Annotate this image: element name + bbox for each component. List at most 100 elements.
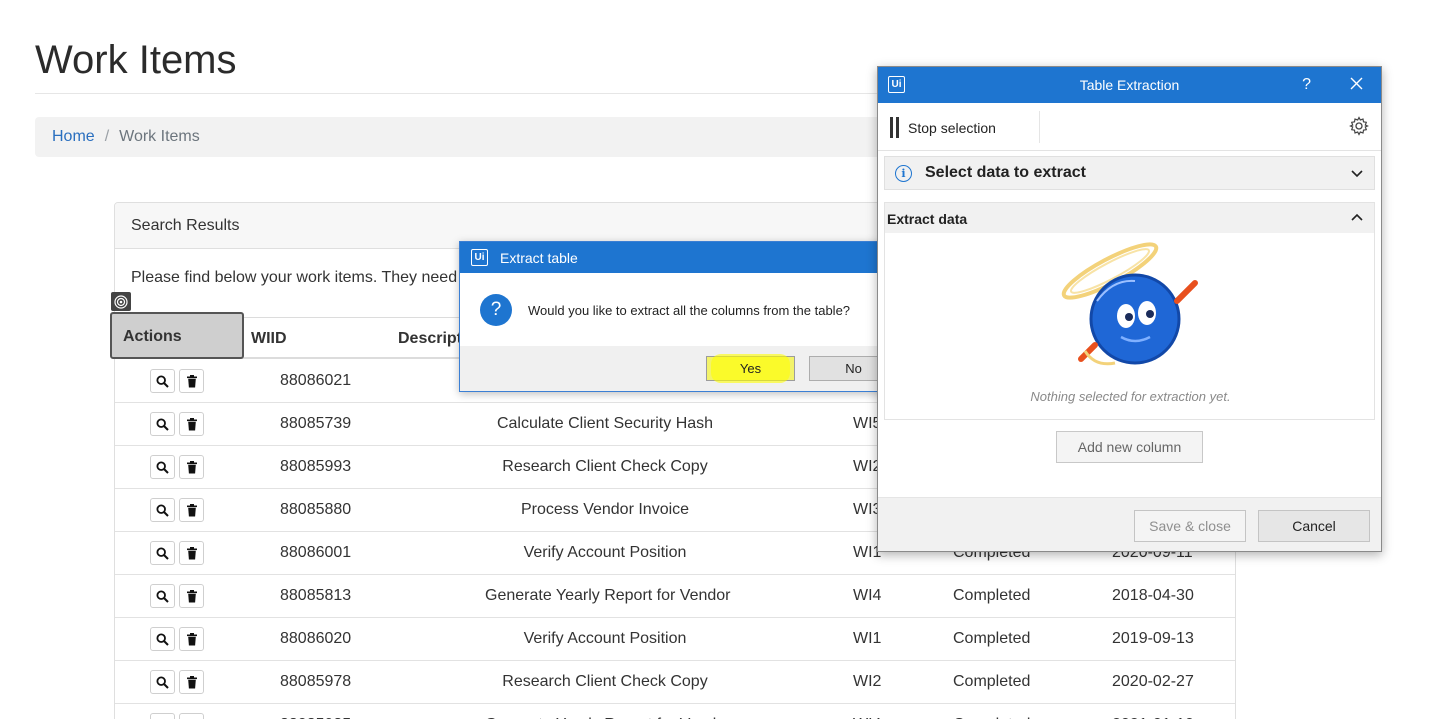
search-icon[interactable] (150, 498, 175, 522)
add-new-column-button[interactable]: Add new column (1056, 431, 1203, 463)
select-data-section[interactable]: i Select data to extract (884, 156, 1375, 190)
search-icon[interactable] (150, 412, 175, 436)
title-divider (35, 93, 915, 94)
chevron-down-icon[interactable] (1350, 166, 1364, 185)
dialog-title-bar: Ui Extract table (460, 242, 907, 273)
chevron-up-icon[interactable] (1350, 211, 1364, 228)
cell-description: Verify Account Position (523, 544, 687, 561)
cell-date: 2019-09-13 (1112, 630, 1194, 647)
panel-title-bar: Ui Table Extraction ? (878, 67, 1381, 103)
cell-status: Completed (953, 630, 1031, 647)
column-wiid[interactable]: WIID (251, 330, 287, 348)
yes-button[interactable]: Yes (706, 354, 795, 383)
cell-description: Process Vendor Invoice (520, 501, 690, 518)
close-icon[interactable] (1349, 76, 1364, 94)
cell-type: WI4 (853, 587, 882, 604)
cell-description: Verify Account Position (523, 630, 687, 647)
dialog-message: Would you like to extract all the column… (528, 302, 851, 318)
extract-table-dialog: Ui Extract table ? Would you like to ext… (459, 241, 908, 392)
trash-icon[interactable] (179, 627, 204, 651)
trash-icon[interactable] (179, 455, 204, 479)
search-icon[interactable] (150, 713, 175, 719)
cell-wiid: 88086021 (280, 372, 352, 389)
info-icon: i (895, 164, 912, 182)
screen: Work Items Home / Work Items Search Result… (0, 0, 1438, 719)
page-title: Work Items (35, 38, 237, 82)
table-row: 88085813 Generate Yearly Report for Vendo… (115, 575, 1235, 618)
cell-wiid: 88085739 (280, 415, 352, 432)
dialog-body: ? Would you like to extract all the colu… (460, 273, 907, 347)
dialog-footer: Yes No (460, 346, 907, 391)
cancel-button[interactable]: Cancel (1258, 510, 1370, 542)
row-actions (150, 584, 204, 608)
search-icon[interactable] (150, 541, 175, 565)
panel-footer: Save & close Cancel (878, 497, 1381, 551)
cell-description: Research Client Check Copy (502, 458, 708, 475)
cell-wiid: 88085978 (280, 673, 352, 690)
row-actions (150, 455, 204, 479)
search-icon[interactable] (150, 670, 175, 694)
row-actions (150, 541, 204, 565)
cell-description: Generate Yearly Report for Vendor (485, 587, 731, 604)
breadcrumb-current: Work Items (119, 128, 200, 145)
trash-icon[interactable] (179, 498, 204, 522)
target-icon (111, 292, 131, 311)
gear-icon[interactable] (1349, 116, 1369, 139)
search-icon[interactable] (150, 627, 175, 651)
column-description[interactable]: Descripti (398, 330, 466, 348)
cell-type: WI2 (853, 673, 882, 690)
empty-state-text: Nothing selected for extraction yet. (1030, 389, 1231, 404)
table-row: 88085978 Research Client Check Copy WI2 Com… (115, 661, 1235, 704)
search-icon[interactable] (150, 584, 175, 608)
trash-icon[interactable] (179, 670, 204, 694)
cell-wiid: 88085813 (280, 587, 352, 604)
select-data-label: Select data to extract (925, 164, 1086, 181)
trash-icon[interactable] (179, 369, 204, 393)
cell-date: 2020-02-27 (1112, 673, 1194, 690)
extract-data-section: Extract data Nothing selected for extrac… (884, 202, 1375, 420)
panel-toolbar: Stop selection (878, 103, 1381, 151)
cell-date: 2018-04-30 (1112, 587, 1194, 604)
dialog-title: Extract table (500, 249, 578, 266)
uipath-logo-icon: Ui (888, 76, 905, 93)
table-row: 88086020 Verify Account Position WI1 Comple… (115, 618, 1235, 661)
pause-icon (890, 117, 899, 138)
help-icon[interactable]: ? (1302, 76, 1311, 94)
cell-wiid: 88085993 (280, 458, 352, 475)
yes-label: Yes (739, 361, 762, 376)
search-icon[interactable] (150, 455, 175, 479)
cell-wiid: 88086001 (280, 544, 352, 561)
row-actions (150, 498, 204, 522)
row-actions (150, 713, 204, 719)
search-icon[interactable] (150, 369, 175, 393)
panel-title: Table Extraction (1079, 77, 1180, 93)
card-instructions: Please find below your work items. They … (131, 269, 466, 286)
row-actions (150, 412, 204, 436)
toolbar-divider (1039, 111, 1040, 143)
row-actions (150, 670, 204, 694)
table-row: 88085985Generate Yearly Report for Vendo… (115, 704, 1235, 719)
cell-wiid: 88085880 (280, 501, 352, 518)
stop-selection-label: Stop selection (908, 119, 996, 136)
cell-description: Research Client Check Copy (502, 673, 708, 690)
trash-icon[interactable] (179, 584, 204, 608)
trash-icon[interactable] (179, 412, 204, 436)
selected-actions-header[interactable]: Actions (110, 312, 244, 359)
trash-icon[interactable] (179, 713, 204, 719)
breadcrumb-separator: / (104, 128, 110, 145)
breadcrumb: Home / Work Items (35, 117, 915, 157)
trash-icon[interactable] (179, 541, 204, 565)
uipath-logo-icon: Ui (471, 249, 488, 266)
stop-selection-button[interactable]: Stop selection (890, 117, 996, 138)
extract-data-label: Extract data (887, 211, 968, 227)
cell-description: Calculate Client Security Hash (496, 415, 714, 432)
row-actions (150, 369, 204, 393)
cell-type: WI1 (853, 630, 882, 647)
extract-data-header[interactable]: Extract data (885, 203, 1374, 233)
breadcrumb-home-link[interactable]: Home (52, 128, 95, 145)
row-actions (150, 627, 204, 651)
robot-mascot-icon (1055, 239, 1205, 384)
question-icon: ? (480, 294, 512, 326)
cell-wiid: 88086020 (280, 630, 352, 647)
save-close-button[interactable]: Save & close (1134, 510, 1246, 542)
